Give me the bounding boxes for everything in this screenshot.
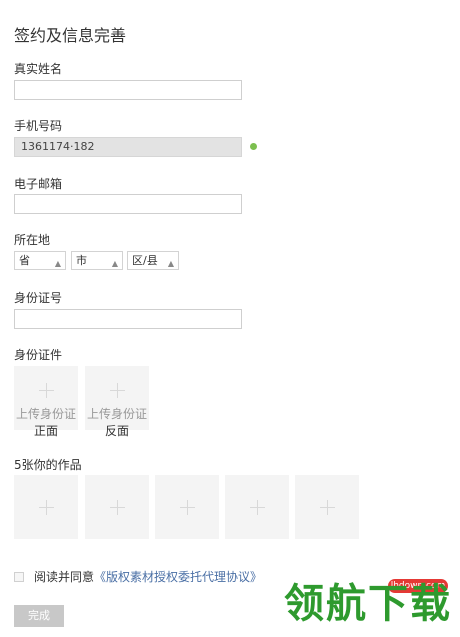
plus-icon	[320, 500, 335, 515]
plus-icon	[250, 500, 265, 515]
plus-icon	[180, 500, 195, 515]
upload-id-back-button[interactable]: 上传身份证 反面	[85, 366, 149, 438]
province-select[interactable]: 省 ▲	[14, 251, 66, 270]
plus-icon	[39, 500, 54, 515]
page-title: 签约及信息完善	[14, 26, 127, 45]
upload-back-line2: 反面	[104, 424, 129, 438]
agree-checkbox[interactable]	[14, 572, 24, 582]
email-label: 电子邮箱	[14, 177, 63, 191]
upload-back-line1: 上传身份证	[86, 407, 147, 421]
phone-input[interactable]: 1361174·182	[14, 137, 242, 157]
id-number-label: 身份证号	[14, 291, 63, 305]
province-value: 省	[19, 254, 30, 267]
plus-icon	[39, 383, 54, 398]
upload-work-button-2[interactable]	[85, 475, 149, 539]
verified-dot-icon	[250, 143, 257, 150]
city-select[interactable]: 市 ▲	[71, 251, 123, 270]
email-input[interactable]	[14, 194, 242, 214]
agreement-text: 阅读并同意《版权素材授权委托代理协议》	[34, 568, 262, 585]
upload-front-caption: 上传身份证 正面	[14, 406, 78, 440]
agreement-link[interactable]: 《版权素材授权委托代理协议》	[94, 570, 262, 584]
works-label: 5张你的作品	[14, 458, 82, 472]
district-value: 区/县	[132, 254, 158, 267]
upload-work-button-3[interactable]	[155, 475, 219, 539]
upload-work-button-5[interactable]	[295, 475, 359, 539]
chevron-up-icon: ▲	[54, 259, 61, 268]
upload-back-caption: 上传身份证 反面	[85, 406, 149, 440]
agreement-prefix: 阅读并同意	[34, 570, 95, 584]
upload-id-front-button[interactable]: 上传身份证 正面	[14, 366, 78, 438]
upload-work-button-4[interactable]	[225, 475, 289, 539]
phone-label: 手机号码	[14, 119, 63, 133]
real-name-input[interactable]	[14, 80, 242, 100]
city-value: 市	[76, 254, 87, 267]
location-label: 所在地	[14, 233, 51, 247]
chevron-up-icon: ▲	[111, 259, 118, 268]
real-name-label: 真实姓名	[14, 62, 63, 76]
plus-icon	[110, 383, 125, 398]
id-number-input[interactable]	[14, 309, 242, 329]
chevron-up-icon: ▲	[167, 259, 174, 268]
upload-front-line1: 上传身份证	[15, 407, 76, 421]
watermark-logo: 领航下载	[284, 581, 452, 627]
district-select[interactable]: 区/县 ▲	[127, 251, 179, 270]
submit-button[interactable]: 完成	[14, 605, 64, 627]
id-docs-label: 身份证件	[14, 348, 63, 362]
upload-work-button-1[interactable]	[14, 475, 78, 539]
upload-front-line2: 正面	[33, 424, 58, 438]
plus-icon	[110, 500, 125, 515]
